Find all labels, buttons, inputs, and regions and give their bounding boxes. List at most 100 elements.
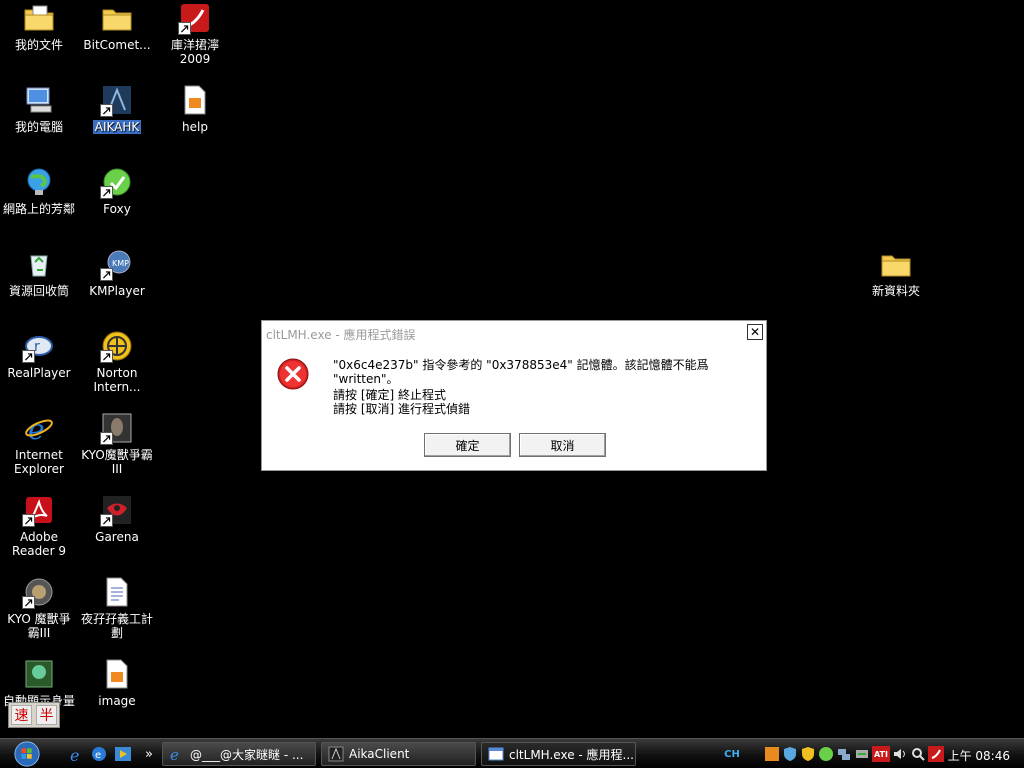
internet-explorer-icon: e <box>70 746 79 763</box>
language-bar[interactable]: CH <box>724 746 740 762</box>
tray-app-icon[interactable] <box>764 746 780 762</box>
cancel-button[interactable]: 取消 <box>519 433 606 457</box>
shortcut-arrow-icon <box>100 514 113 527</box>
norton-globe-icon <box>100 330 133 363</box>
desktop-icon-norton[interactable]: Norton Intern... <box>78 330 156 395</box>
garena-icon <box>100 494 133 527</box>
taskbar: e e » e @___@大家瞇瞇 - ... AikaClient cltLM… <box>0 738 1024 768</box>
kmplayer-icon: KMP <box>100 248 133 281</box>
taskbar-button-browser[interactable]: e @___@大家瞇瞇 - ... <box>162 742 316 766</box>
tray-search-icon[interactable] <box>910 746 926 762</box>
folder-icon <box>101 2 133 34</box>
desktop-icon-foxy[interactable]: Foxy <box>78 166 156 217</box>
network-icon <box>838 749 850 760</box>
shortcut-arrow-icon <box>100 104 113 117</box>
folder-icon <box>880 248 912 280</box>
svg-text:e: e <box>95 750 101 761</box>
quicklaunch-media-player[interactable] <box>114 745 132 763</box>
error-message: "0x6c4e237b" 指令參考的 "0x378853e4" 記憶體。該記憶體… <box>333 358 709 386</box>
shortcut-arrow-icon <box>22 350 35 363</box>
folder-icon <box>23 2 55 34</box>
close-icon: ✕ <box>749 325 761 339</box>
windows-logo-icon <box>14 741 40 767</box>
image-file-icon <box>101 658 133 690</box>
dialog-title: cltLMH.exe - 應用程式錯誤 <box>266 328 416 342</box>
taskbar-button-aikaclient[interactable]: AikaClient <box>321 742 476 766</box>
tray-shield-icon-2[interactable] <box>800 746 816 762</box>
ok-button[interactable]: 確定 <box>424 433 511 457</box>
safely-remove-icon <box>856 750 868 758</box>
desktop-icon-volunteer-plan[interactable]: 夜孖孖義工計 劃 <box>78 576 156 641</box>
quicklaunch-more[interactable]: » <box>140 745 158 763</box>
quicklaunch-ie[interactable]: e <box>68 745 86 763</box>
orange-app-icon <box>765 747 779 761</box>
shortcut-arrow-icon <box>22 596 35 609</box>
instruction-line-cancel: 請按 [取消] 進行程式偵錯 <box>333 402 470 416</box>
warcraft-portrait-icon <box>100 412 133 445</box>
svg-text:e: e <box>70 746 79 763</box>
error-icon <box>276 357 310 391</box>
desktop-icon-my-computer[interactable]: 我的電腦 <box>0 84 78 135</box>
clock[interactable]: 上午 08:46 <box>948 747 1010 764</box>
internet-explorer-icon: e <box>169 746 185 762</box>
desktop-icon-internet-explorer[interactable]: e Internet Explorer <box>0 412 78 477</box>
help-file-icon <box>179 84 211 116</box>
quicklaunch-ie-alt[interactable]: e <box>90 745 108 763</box>
shortcut-arrow-icon <box>178 22 191 35</box>
shortcut-arrow-icon <box>100 432 113 445</box>
desktop-icon-garena[interactable]: Garena <box>78 494 156 545</box>
internet-explorer-icon: e <box>23 412 55 444</box>
tray-network-icon[interactable] <box>836 746 852 762</box>
taskbar-button-error-dialog[interactable]: cltLMH.exe - 應用程... <box>481 742 636 766</box>
desktop-icon-kmplayer[interactable]: KMP KMPlayer <box>78 248 156 299</box>
recycle-bin-icon <box>23 248 55 280</box>
aika-app-icon <box>328 746 344 762</box>
red-app-icon <box>178 2 211 35</box>
svg-text:KMP: KMP <box>112 259 129 268</box>
desktop-icon-network[interactable]: 網路上的芳鄰 <box>0 166 78 217</box>
ime-toolbar[interactable]: 速 半 <box>8 702 60 728</box>
tray-foxy-icon[interactable] <box>818 746 834 762</box>
tray-ati-icon[interactable]: ATI <box>872 746 890 762</box>
desktop-icon-app-2009[interactable]: 庫洋捃濘 2009 <box>156 2 234 67</box>
desktop-icon-aikahk[interactable]: AIKAHK <box>78 84 156 135</box>
browser-icon: e <box>92 747 106 761</box>
ime-mode-button[interactable]: 速 <box>11 705 32 725</box>
desktop-icon-kyo-warcraft[interactable]: KYO 魔獸爭 霸III <box>0 576 78 641</box>
speaker-icon <box>894 749 905 759</box>
tray-usb-icon[interactable] <box>854 746 870 762</box>
media-player-icon <box>115 747 131 761</box>
error-dialog: cltLMH.exe - 應用程式錯誤 ✕ "0x6c4e237b" 指令參考的… <box>261 320 767 471</box>
computer-icon <box>23 84 55 116</box>
desktop-icon-help[interactable]: help <box>156 84 234 135</box>
document-icon <box>101 576 133 608</box>
tray-volume-icon[interactable] <box>892 746 908 762</box>
desktop-icon-recycle-bin[interactable]: 資源回收筒 <box>0 248 78 299</box>
game-portrait-icon <box>23 658 55 690</box>
instructions: 請按 [確定] 終止程式 請按 [取消] 進行程式偵錯 <box>333 388 470 416</box>
desktop-icon-realplayer[interactable]: r RealPlayer <box>0 330 78 381</box>
foxy-icon <box>100 166 133 199</box>
search-icon <box>912 748 925 761</box>
svg-text:e: e <box>170 746 179 762</box>
shortcut-arrow-icon <box>100 350 113 363</box>
desktop-icon-kyo-warcraft-iii[interactable]: KYO魔獸爭霸 III <box>78 412 156 477</box>
red-app-icon <box>931 749 941 759</box>
aika-game-icon <box>100 84 133 117</box>
ime-width-button[interactable]: 半 <box>36 705 57 725</box>
desktop-icon-adobe-reader[interactable]: Adobe Reader 9 <box>0 494 78 559</box>
foxy-icon <box>819 747 833 761</box>
instruction-line-ok: 請按 [確定] 終止程式 <box>333 388 446 402</box>
adobe-reader-icon <box>22 494 55 527</box>
start-button[interactable] <box>8 740 46 768</box>
globe-icon <box>23 166 55 198</box>
desktop-icon-image[interactable]: image <box>78 658 156 709</box>
close-button[interactable]: ✕ <box>747 324 763 340</box>
shortcut-arrow-icon <box>100 186 113 199</box>
window-icon <box>488 746 504 762</box>
desktop-icon-new-folder[interactable]: 新資料夾 <box>857 248 935 299</box>
desktop-icon-my-documents[interactable]: 我的文件 <box>0 2 78 53</box>
tray-red-app-icon[interactable] <box>928 746 944 762</box>
desktop-icon-bitcomet[interactable]: BitComet... <box>78 2 156 53</box>
tray-shield-icon-1[interactable] <box>782 746 798 762</box>
